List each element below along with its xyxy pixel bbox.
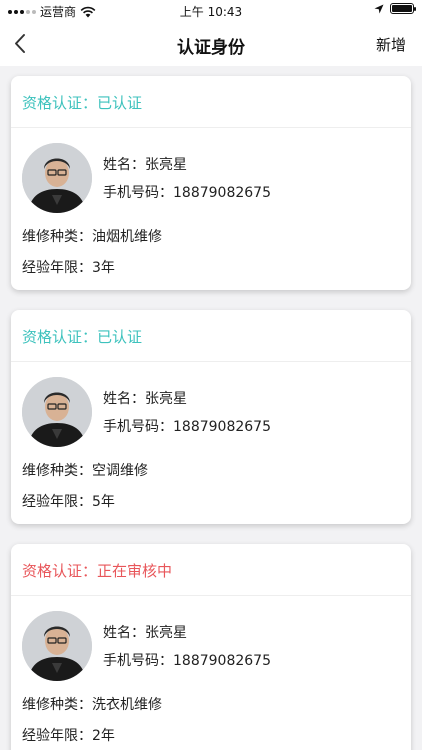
experience-label: 经验年限： (22, 260, 92, 276)
repair-type-value: 油烟机维修 (92, 229, 162, 245)
name-line: 姓名：张亮星 (103, 154, 187, 174)
qualification-label: 资格认证： (22, 94, 98, 112)
nav-bar: 认证身份 新增 (0, 22, 422, 66)
page-title: 认证身份 (177, 38, 245, 58)
add-new-button[interactable]: 新增 (376, 34, 406, 55)
location-arrow-icon (374, 4, 384, 13)
battery-icon (390, 3, 416, 14)
phone-label: 手机号码： (103, 185, 173, 201)
certification-card[interactable]: 资格认证：已认证 姓名：张亮星 手机号码：18879082675 维修种类：油烟… (11, 76, 411, 290)
phone-line: 手机号码：18879082675 (103, 650, 271, 670)
repair-type-line: 维修种类：油烟机维修 (22, 226, 162, 246)
name-line: 姓名：张亮星 (103, 388, 187, 408)
name-value: 张亮星 (145, 625, 187, 641)
experience-line: 经验年限：5年 (22, 491, 115, 511)
repair-type-label: 维修种类： (22, 229, 92, 245)
name-line: 姓名：张亮星 (103, 622, 187, 642)
certification-card[interactable]: 资格认证：正在审核中 姓名：张亮星 手机号码：18879082675 维修种类：… (11, 544, 411, 750)
repair-type-value: 洗衣机维修 (92, 697, 162, 713)
repair-type-label: 维修种类： (22, 463, 92, 479)
experience-label: 经验年限： (22, 728, 92, 744)
phone-label: 手机号码： (103, 653, 173, 669)
phone-label: 手机号码： (103, 419, 173, 435)
repair-type-line: 维修种类：空调维修 (22, 460, 148, 480)
name-label: 姓名： (103, 157, 145, 173)
experience-value: 3年 (92, 260, 115, 276)
qualification-label: 资格认证： (22, 328, 98, 346)
avatar (22, 377, 92, 447)
avatar-image (22, 611, 92, 681)
avatar (22, 143, 92, 213)
card-header: 资格认证：已认证 (11, 310, 411, 362)
avatar-image (22, 377, 92, 447)
avatar (22, 611, 92, 681)
certification-list: 资格认证：已认证 姓名：张亮星 手机号码：18879082675 维修种类：油烟… (0, 66, 422, 750)
name-value: 张亮星 (145, 157, 187, 173)
repair-type-line: 维修种类：洗衣机维修 (22, 694, 162, 714)
certification-card[interactable]: 资格认证：已认证 姓名：张亮星 手机号码：18879082675 维修种类：空调… (11, 310, 411, 524)
experience-line: 经验年限：3年 (22, 257, 115, 277)
status-badge: 已认证 (97, 94, 143, 112)
avatar-image (22, 143, 92, 213)
phone-value: 18879082675 (173, 419, 271, 435)
phone-value: 18879082675 (173, 185, 271, 201)
experience-line: 经验年限：2年 (22, 725, 115, 745)
name-value: 张亮星 (145, 391, 187, 407)
experience-value: 2年 (92, 728, 115, 744)
phone-value: 18879082675 (173, 653, 271, 669)
repair-type-label: 维修种类： (22, 697, 92, 713)
phone-line: 手机号码：18879082675 (103, 182, 271, 202)
clock: 上午 10:43 (179, 5, 243, 19)
phone-line: 手机号码：18879082675 (103, 416, 271, 436)
card-header: 资格认证：已认证 (11, 76, 411, 128)
qualification-label: 资格认证： (22, 562, 98, 580)
repair-type-value: 空调维修 (92, 463, 148, 479)
status-badge: 已认证 (97, 328, 143, 346)
experience-label: 经验年限： (22, 494, 92, 510)
status-bar: 运营商 上午 10:43 (0, 0, 422, 22)
name-label: 姓名： (103, 625, 145, 641)
card-header: 资格认证：正在审核中 (11, 544, 411, 596)
name-label: 姓名： (103, 391, 145, 407)
status-right (374, 3, 416, 14)
experience-value: 5年 (92, 494, 115, 510)
status-badge: 正在审核中 (97, 562, 173, 580)
